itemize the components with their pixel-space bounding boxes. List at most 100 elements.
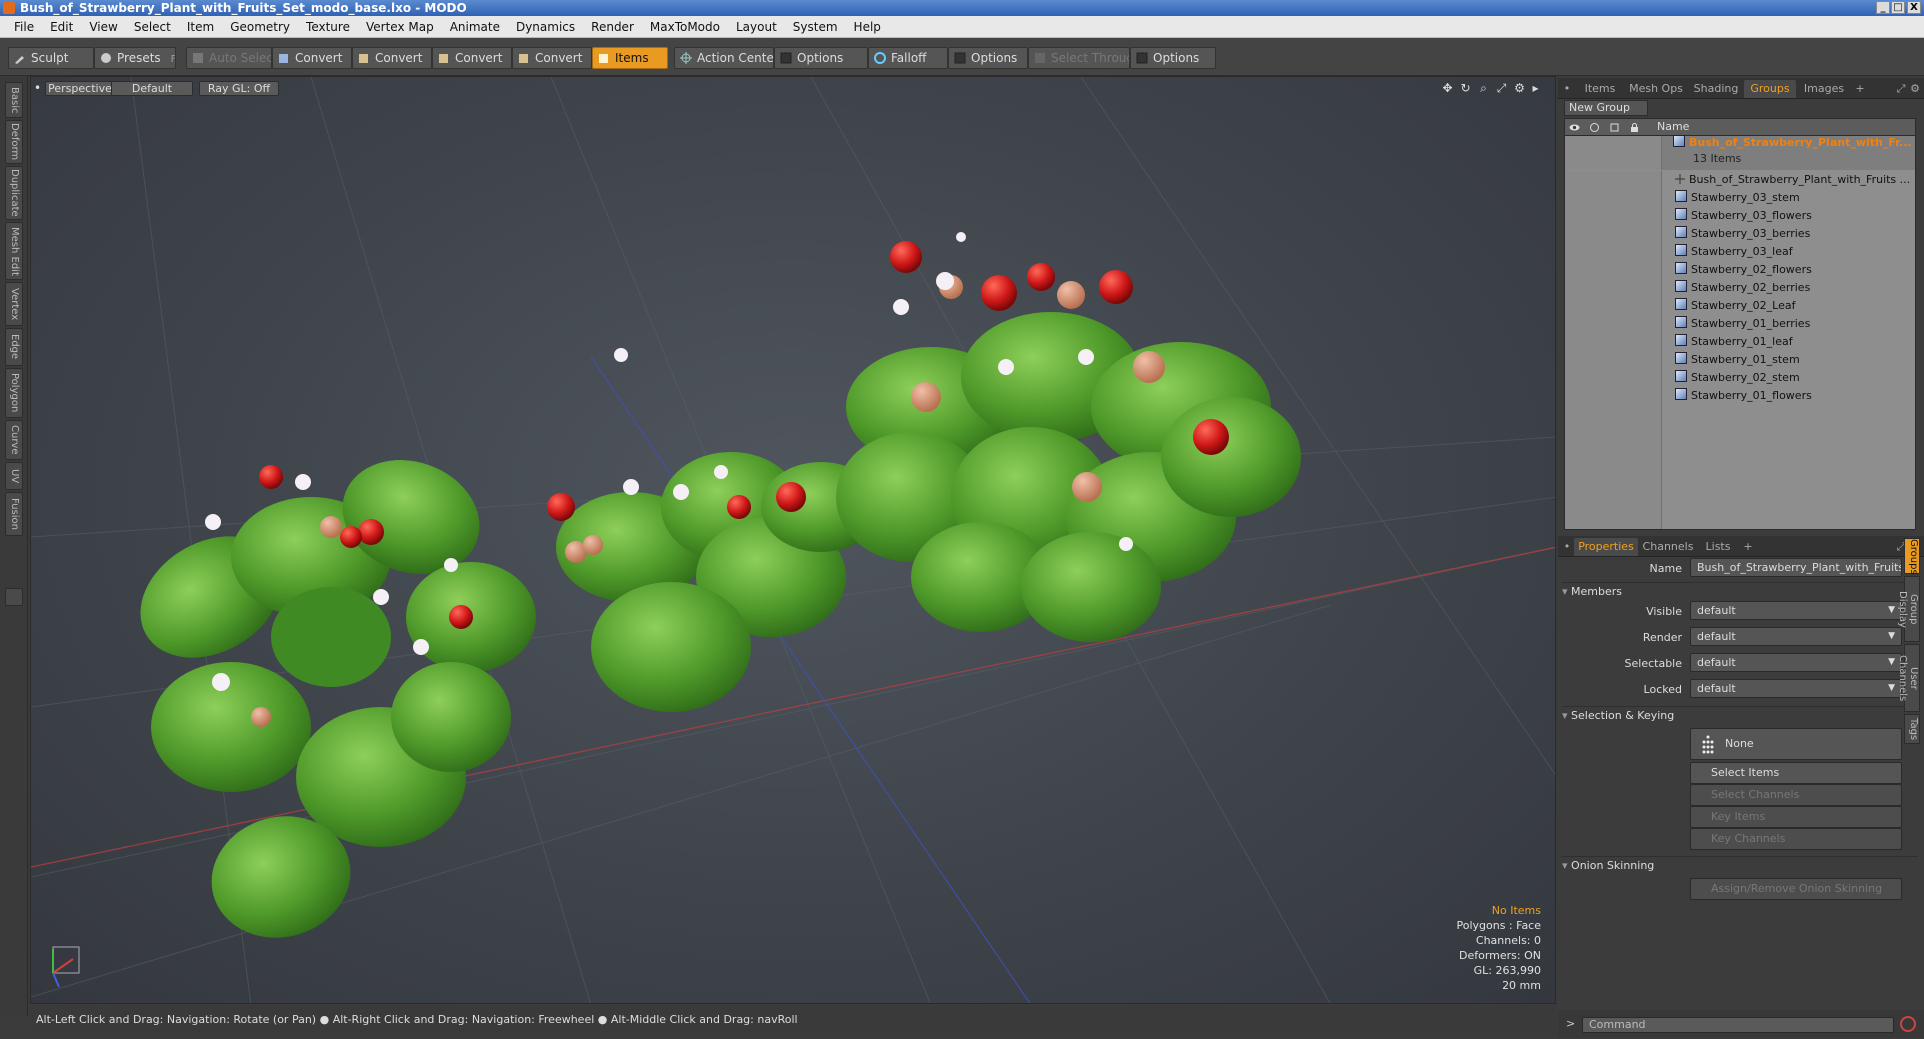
tab-uv[interactable]: UV (5, 462, 23, 490)
sculpt-button[interactable]: Sculpt (8, 47, 94, 69)
list-item[interactable]: Stawberry_01_berries (1565, 315, 1915, 333)
select-channels-button[interactable]: Select Channels (1690, 784, 1902, 806)
tab-edge[interactable]: Edge (5, 328, 23, 366)
onion-skinning-section[interactable]: ▾ Onion Skinning (1562, 856, 1918, 875)
3d-viewport[interactable]: • Perspective Default Ray GL: Off ✥ ↻ ⌕ … (30, 76, 1556, 1004)
add-tab-button[interactable]: + (1852, 80, 1868, 98)
group-name-field[interactable]: Bush_of_Strawberry_Plant_with_Fruits_ (1690, 558, 1902, 577)
name-column-header[interactable]: Name (1657, 119, 1689, 135)
panel-menu-icon[interactable]: • (1562, 80, 1572, 98)
gear-icon[interactable]: ⚙ (1513, 82, 1526, 95)
tab-extra[interactable] (5, 588, 23, 606)
menu-texture[interactable]: Texture (298, 16, 358, 38)
selectable-dropdown[interactable]: default ▼ (1690, 653, 1902, 672)
menu-item[interactable]: Item (179, 16, 222, 38)
list-item[interactable]: Stawberry_01_stem (1565, 351, 1915, 369)
list-item[interactable]: Stawberry_01_leaf (1565, 333, 1915, 351)
render-dropdown[interactable]: default ▼ (1690, 627, 1902, 646)
record-icon[interactable] (1900, 1016, 1916, 1032)
assign-onion-button[interactable]: Assign/Remove Onion Skinning (1690, 878, 1902, 900)
items-mode-button[interactable]: Items (592, 47, 668, 69)
shading-dropdown[interactable]: Default (111, 81, 193, 96)
pan-icon[interactable]: ✥ (1441, 82, 1454, 95)
rotate-icon[interactable]: ↻ (1459, 82, 1472, 95)
auto-select-button[interactable]: Auto Select (186, 47, 272, 69)
new-group-button[interactable]: New Group (1564, 100, 1648, 116)
fit-icon[interactable]: ⤢ (1495, 82, 1508, 95)
maximize-panel-icon[interactable]: ⤢ (1894, 80, 1908, 98)
tab-curve[interactable]: Curve (5, 420, 23, 460)
select-icon[interactable] (1609, 122, 1620, 133)
options-button-3[interactable]: Options (1130, 47, 1216, 69)
side-tab-tags[interactable]: Tags (1904, 714, 1920, 744)
tab-duplicate[interactable]: Duplicate (5, 166, 23, 220)
tab-vertex[interactable]: Vertex (5, 282, 23, 326)
list-item[interactable]: Stawberry_03_stem (1565, 189, 1915, 207)
convert-button-1[interactable]: Convert (272, 47, 352, 69)
tab-mesh-ops[interactable]: Mesh Ops (1624, 80, 1688, 98)
menu-animate[interactable]: Animate (442, 16, 508, 38)
raygl-toggle[interactable]: Ray GL: Off (199, 81, 279, 96)
action-center-button[interactable]: Action Center (674, 47, 774, 69)
convert-button-3[interactable]: Convert (432, 47, 512, 69)
menu-edit[interactable]: Edit (42, 16, 81, 38)
maximize-button[interactable]: □ (1891, 1, 1905, 14)
none-button[interactable]: None (1690, 728, 1902, 760)
select-through-button[interactable]: Select Through (1028, 47, 1130, 69)
menu-help[interactable]: Help (846, 16, 889, 38)
list-item[interactable]: Stawberry_03_leaf (1565, 243, 1915, 261)
tab-basic[interactable]: Basic (5, 82, 23, 118)
members-section[interactable]: ▾ Members (1562, 582, 1918, 601)
menu-file[interactable]: File (6, 16, 42, 38)
render-icon[interactable] (1589, 122, 1600, 133)
command-input[interactable]: Command (1582, 1017, 1894, 1033)
select-items-button[interactable]: Select Items (1690, 762, 1902, 784)
options-button-1[interactable]: Options (774, 47, 868, 69)
list-item[interactable]: Stawberry_02_Leaf (1565, 297, 1915, 315)
list-item[interactable]: Stawberry_02_berries (1565, 279, 1915, 297)
lock-icon[interactable] (1629, 122, 1640, 133)
side-tab-user-channels[interactable]: User Channels (1897, 644, 1920, 712)
list-item[interactable]: Stawberry_03_berries (1565, 225, 1915, 243)
viewport-menu-icon[interactable]: • (31, 82, 44, 95)
side-tab-groups[interactable]: Groups (1904, 538, 1920, 575)
convert-button-2[interactable]: Convert (352, 47, 432, 69)
list-item[interactable]: Stawberry_03_flowers (1565, 207, 1915, 225)
menu-vertex-map[interactable]: Vertex Map (358, 16, 442, 38)
tab-items[interactable]: Items (1576, 80, 1624, 98)
menu-layout[interactable]: Layout (728, 16, 785, 38)
key-channels-button[interactable]: Key Channels (1690, 828, 1902, 850)
tab-shading[interactable]: Shading (1688, 80, 1744, 98)
list-item[interactable]: Bush_of_Strawberry_Plant_with_Fruits ... (1565, 171, 1915, 189)
tab-polygon[interactable]: Polygon (5, 368, 23, 418)
menu-view[interactable]: View (81, 16, 125, 38)
group-root-row[interactable]: Bush_of_Strawberry_Plant_with_Fr... 13 I… (1565, 135, 1915, 170)
close-button[interactable]: X (1907, 1, 1921, 14)
locked-dropdown[interactable]: default ▼ (1690, 679, 1902, 698)
menu-render[interactable]: Render (583, 16, 642, 38)
tab-fusion[interactable]: Fusion (5, 492, 23, 536)
tab-groups[interactable]: Groups (1744, 80, 1796, 98)
list-item[interactable]: Stawberry_02_flowers (1565, 261, 1915, 279)
selection-keying-section[interactable]: ▾ Selection & Keying (1562, 706, 1918, 725)
falloff-button[interactable]: Falloff (868, 47, 948, 69)
convert-button-4[interactable]: Convert (512, 47, 592, 69)
key-items-button[interactable]: Key Items (1690, 806, 1902, 828)
menu-maxtomodo[interactable]: MaxToModo (642, 16, 728, 38)
eye-icon[interactable] (1569, 122, 1580, 133)
menu-geometry[interactable]: Geometry (222, 16, 298, 38)
minimize-button[interactable]: _ (1876, 1, 1890, 14)
perspective-dropdown[interactable]: Perspective (45, 81, 115, 96)
tab-images[interactable]: Images (1796, 80, 1852, 98)
side-tab-group-display[interactable]: Group Display (1897, 576, 1920, 642)
presets-button[interactable]: PresetsF6 (94, 47, 176, 69)
expand-icon[interactable]: ▸ (1529, 82, 1542, 95)
list-item[interactable]: Stawberry_01_flowers (1565, 387, 1915, 405)
list-item[interactable]: Stawberry_02_stem (1565, 369, 1915, 387)
tab-mesh-edit[interactable]: Mesh Edit (5, 222, 23, 280)
menu-select[interactable]: Select (126, 16, 179, 38)
menu-dynamics[interactable]: Dynamics (508, 16, 583, 38)
options-button-2[interactable]: Options (948, 47, 1028, 69)
visible-dropdown[interactable]: default ▼ (1690, 601, 1902, 620)
panel-gear-icon[interactable]: ⚙ (1908, 80, 1922, 98)
